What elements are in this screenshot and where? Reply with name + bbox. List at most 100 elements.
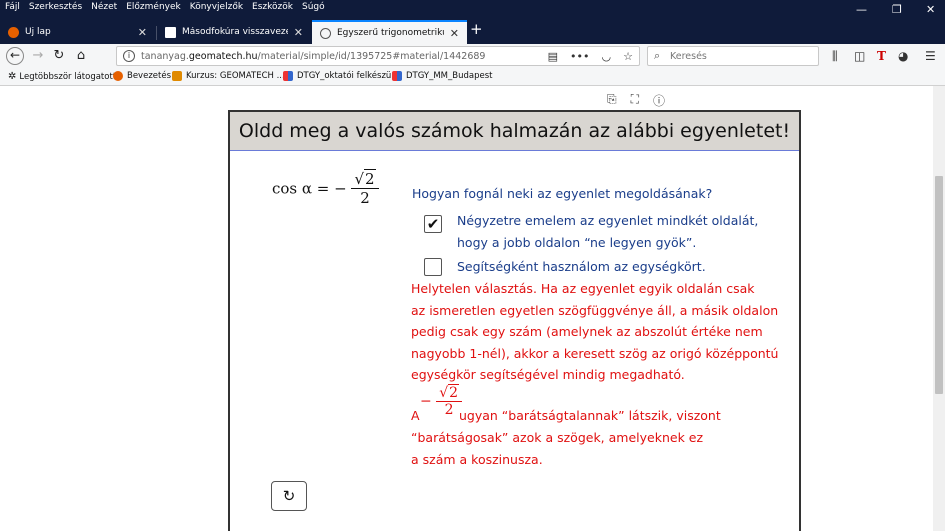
- bookmark-label: Kurzus: GEOMATECH ...: [186, 71, 285, 81]
- search-input[interactable]: ⌕ Keresés: [647, 46, 819, 66]
- feedback-line: Helytelen választás. Ha az egyenlet egyi…: [411, 281, 755, 296]
- fullscreen-icon[interactable]: ⛶: [631, 92, 639, 109]
- bookmarks-bar: ✲ Legtöbbször látogatott Bevezetés Kurzu…: [0, 68, 945, 86]
- bookmark-label: Bevezetés: [127, 71, 172, 81]
- menu-file[interactable]: Fájl: [5, 2, 20, 12]
- minimize-icon[interactable]: —: [856, 3, 867, 16]
- feedback-line: pedig csak egy szám (amelynek az abszolú…: [411, 324, 763, 339]
- page-icon: [165, 26, 176, 38]
- extension-icon[interactable]: ◕: [898, 49, 908, 63]
- url-actions: ▤ ••• ◡ ☆: [548, 50, 633, 63]
- menu-help[interactable]: Súgó: [302, 2, 325, 12]
- bookmark-label: DTGY_MM_Budapest: [406, 71, 493, 81]
- home-icon[interactable]: ⌂: [72, 47, 90, 65]
- scrollbar-thumb[interactable]: [935, 176, 943, 394]
- option-1-line-1: Négyzetre emelem az egyenlet mindkét old…: [457, 213, 759, 228]
- option-1-label[interactable]: Négyzetre emelem az egyenlet mindkét old…: [457, 210, 758, 254]
- back-icon[interactable]: ←: [6, 47, 24, 65]
- feedback-line: “barátságosak” azok a szögek, amelyeknek…: [411, 430, 704, 445]
- library-icon[interactable]: ⫼: [832, 49, 838, 64]
- grid-icon: [283, 71, 293, 81]
- equation-lhs: cos α = −: [272, 179, 347, 198]
- option-1-line-2: hogy a jobb oldalon “ne legyen gyök”.: [457, 235, 697, 250]
- feedback-line: egységkör segítségével mindig megadható.: [411, 367, 685, 382]
- firefox-icon: [8, 26, 19, 38]
- reader-view-icon[interactable]: ▤: [548, 50, 558, 63]
- menu-tools[interactable]: Eszközök: [252, 2, 293, 12]
- close-tab-icon[interactable]: ✕: [138, 26, 147, 39]
- feedback-text-2: “barátságosak” azok a szögek, amelyeknek…: [411, 427, 703, 470]
- bookmark-kurzus[interactable]: Kurzus: GEOMATECH ...: [172, 71, 285, 81]
- feedback-text: Helytelen választás. Ha az egyenlet egyi…: [411, 278, 778, 386]
- option-2-label[interactable]: Segítségként használom az egységkört.: [457, 256, 706, 278]
- applet-toolbar: ⎘ ⛶ ⓘ: [607, 92, 665, 109]
- tab-title: Másodfokúra visszavezethető tr: [182, 27, 288, 37]
- tab-new-tab[interactable]: Új lap ✕: [0, 20, 155, 44]
- refresh-icon: ↻: [282, 487, 296, 505]
- url-path: /material/simple/id/1395725#material/144…: [257, 51, 486, 62]
- extension-t-icon[interactable]: T: [877, 49, 886, 63]
- pocket-icon[interactable]: ◡: [602, 50, 612, 63]
- url-bar[interactable]: i tananyag.geomatech.hu/material/simple/…: [116, 46, 640, 66]
- loading-icon: [320, 27, 331, 39]
- bookmark-bevezetes[interactable]: Bevezetés: [113, 71, 171, 81]
- close-tab-icon[interactable]: ✕: [450, 27, 459, 40]
- reset-button[interactable]: ↻: [271, 481, 307, 511]
- feedback-tail: ugyan “barátságtalannak” látszik, viszon…: [459, 408, 721, 423]
- forward-icon[interactable]: →: [29, 47, 47, 65]
- info-icon[interactable]: ⓘ: [653, 92, 665, 109]
- nav-bar: ← → ↻ ⌂ i tananyag.geomatech.hu/material…: [0, 44, 945, 68]
- url-domain: geomatech.hu: [188, 51, 258, 62]
- feedback-a: A: [411, 408, 420, 423]
- menu-view[interactable]: Nézet: [91, 2, 117, 12]
- menu-items: Fájl Szerkesztés Nézet Előzmények Könyvj…: [5, 2, 325, 12]
- equation-denominator: 2: [360, 189, 370, 207]
- search-icon: ⌕: [654, 49, 661, 62]
- equation-fraction: √2 2: [351, 169, 379, 207]
- search-placeholder: Keresés: [670, 51, 707, 62]
- tab-masodfoku[interactable]: Másodfokúra visszavezethető tr ✕: [157, 20, 311, 44]
- hamburger-menu-icon[interactable]: ☰: [925, 49, 936, 63]
- tab-egyszeru[interactable]: Egyszerű trigonometrikus egye ✕: [312, 20, 467, 44]
- menu-edit[interactable]: Szerkesztés: [29, 2, 82, 12]
- feedback-fraction-numerator: 2: [448, 384, 460, 401]
- page-actions-icon[interactable]: •••: [570, 50, 589, 63]
- bookmark-label: Legtöbbször látogatott: [19, 71, 117, 82]
- reload-icon[interactable]: ↻: [50, 47, 68, 65]
- option-1-checkbox[interactable]: ✔: [424, 215, 442, 233]
- feedback-line: a szám a koszinusza.: [411, 451, 543, 467]
- copy-icon[interactable]: ⎘: [607, 92, 617, 109]
- firefox-icon: [113, 71, 123, 81]
- equation-numerator: 2: [364, 169, 376, 188]
- info-icon[interactable]: i: [123, 50, 135, 62]
- feedback-line: nagyobb 1-nél), akkor a keresett szög az…: [411, 345, 779, 361]
- bookmark-most-visited[interactable]: ✲ Legtöbbször látogatott: [8, 71, 116, 82]
- url-prefix: tananyag.: [141, 51, 189, 62]
- tab-title: Egyszerű trigonometrikus egye: [337, 28, 444, 38]
- applet-heading: Oldd meg a valós számok halmazán az aláb…: [230, 112, 799, 151]
- bookmark-dtgy-mm[interactable]: DTGY_MM_Budapest: [392, 71, 492, 81]
- feedback-line: az ismeretlen egyetlen szögfüggvénye áll…: [411, 302, 779, 318]
- equation: cos α = − √2 2: [272, 169, 379, 207]
- menu-bar: Fájl Szerkesztés Nézet Előzmények Könyvj…: [0, 0, 945, 18]
- feedback-fraction: − √2 2: [420, 384, 463, 418]
- bookmark-star-icon[interactable]: ☆: [623, 50, 633, 63]
- question-text: Hogyan fognál neki az egyenlet megoldásá…: [412, 186, 713, 201]
- feedback-fraction-sign: −: [420, 393, 432, 410]
- sidebar-icon[interactable]: ◫: [854, 49, 865, 63]
- tab-bar: Új lap ✕ Másodfokúra visszavezethető tr …: [0, 18, 945, 44]
- close-window-icon[interactable]: ✕: [926, 3, 935, 16]
- gear-icon: ✲: [8, 71, 17, 82]
- restore-icon[interactable]: ❐: [892, 3, 902, 16]
- new-tab-icon[interactable]: +: [470, 20, 483, 38]
- url-text[interactable]: tananyag.geomatech.hu/material/simple/id…: [141, 51, 485, 62]
- bookmark-label: DTGY_oktatói felkészü...: [297, 71, 400, 81]
- bookmark-dtgy-oktatoi[interactable]: DTGY_oktatói felkészü...: [283, 71, 399, 81]
- grid-icon: [392, 71, 402, 81]
- menu-history[interactable]: Előzmények: [126, 2, 181, 12]
- menu-bookmarks[interactable]: Könyvjelzők: [190, 2, 243, 12]
- tab-title: Új lap: [25, 27, 51, 37]
- close-tab-icon[interactable]: ✕: [294, 26, 303, 39]
- option-2-checkbox[interactable]: [424, 258, 442, 276]
- moodle-icon: [172, 71, 182, 81]
